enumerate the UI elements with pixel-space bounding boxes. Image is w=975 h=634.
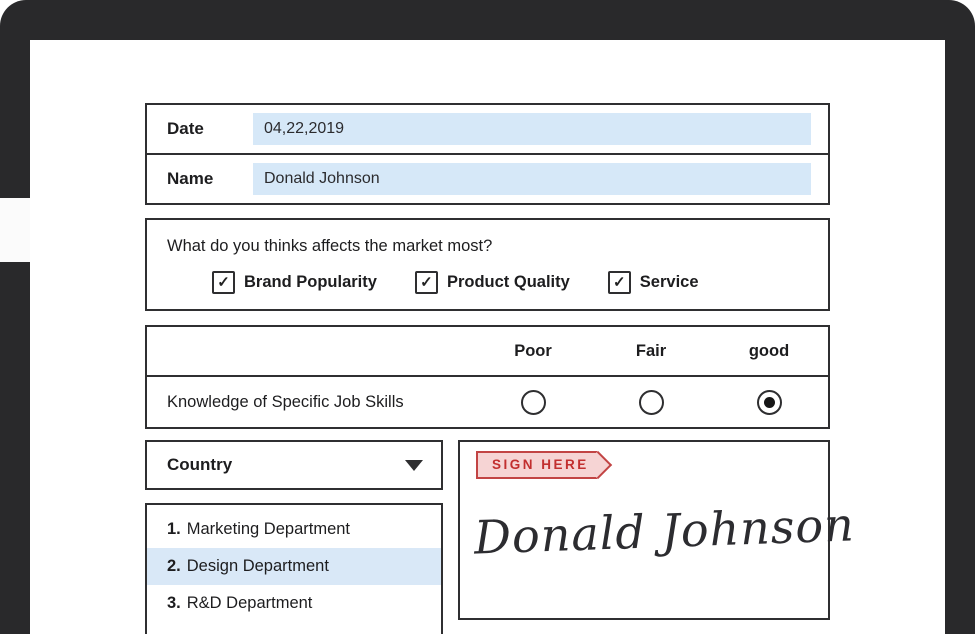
- option-brand-popularity[interactable]: ✓ Brand Popularity: [212, 271, 377, 294]
- signature-field[interactable]: SIGN HERE Donald Johnson: [458, 440, 830, 620]
- list-item-label: R&D Department: [187, 594, 313, 612]
- rating-cell-fair: [592, 390, 710, 415]
- option-product-quality[interactable]: ✓ Product Quality: [415, 271, 570, 294]
- rating-cell-poor: [474, 390, 592, 415]
- market-question-section: What do you thinks affects the market mo…: [145, 218, 830, 311]
- name-row: Name Donald Johnson: [147, 153, 828, 203]
- radio-poor[interactable]: [521, 390, 546, 415]
- date-name-section: Date 04,22,2019 Name Donald Johnson: [145, 103, 830, 205]
- rating-table: Poor Fair good Knowledge of Specific Job…: [145, 325, 830, 429]
- list-item-label: Marketing Department: [187, 520, 350, 538]
- country-dropdown[interactable]: Country: [145, 440, 443, 490]
- option-service[interactable]: ✓ Service: [608, 271, 699, 294]
- form-page: Date 04,22,2019 Name Donald Johnson What…: [30, 40, 945, 634]
- option-label-service: Service: [640, 273, 699, 292]
- name-input[interactable]: Donald Johnson: [253, 163, 811, 195]
- rating-row-label: Knowledge of Specific Job Skills: [147, 393, 474, 412]
- device-frame: Date 04,22,2019 Name Donald Johnson What…: [0, 0, 975, 634]
- department-list: 1. Marketing Department 2. Design Departme…: [145, 503, 443, 634]
- checkbox-checked-icon[interactable]: ✓: [415, 271, 438, 294]
- radio-good-selected[interactable]: [757, 390, 782, 415]
- column-header-fair: Fair: [592, 342, 710, 361]
- option-label-product-quality: Product Quality: [447, 273, 570, 292]
- list-item-design-selected[interactable]: 2. Design Department: [147, 548, 441, 585]
- name-label: Name: [147, 169, 253, 189]
- rating-cell-good: [710, 390, 828, 415]
- rating-header-row: Poor Fair good: [147, 327, 828, 377]
- column-header-poor: Poor: [474, 342, 592, 361]
- checkbox-checked-icon[interactable]: ✓: [608, 271, 631, 294]
- sign-here-tag[interactable]: SIGN HERE: [476, 451, 597, 479]
- radio-fair[interactable]: [639, 390, 664, 415]
- question-text: What do you thinks affects the market mo…: [167, 237, 828, 256]
- list-item-label: Design Department: [187, 557, 329, 575]
- date-row: Date 04,22,2019: [147, 105, 828, 153]
- sign-here-label: SIGN HERE: [492, 457, 589, 472]
- checkbox-group: ✓ Brand Popularity ✓ Product Quality ✓ S…: [212, 271, 828, 294]
- country-label: Country: [167, 455, 232, 475]
- bezel-notch: [0, 198, 30, 262]
- dropdown-caret-icon: [405, 460, 423, 471]
- column-header-good: good: [710, 342, 828, 361]
- date-label: Date: [147, 119, 253, 139]
- rating-row-job-skills: Knowledge of Specific Job Skills: [147, 377, 828, 427]
- option-label-brand-popularity: Brand Popularity: [244, 273, 377, 292]
- list-item-number: 3.: [167, 594, 181, 612]
- list-item-marketing[interactable]: 1. Marketing Department: [147, 511, 441, 548]
- date-input[interactable]: 04,22,2019: [253, 113, 811, 145]
- checkbox-checked-icon[interactable]: ✓: [212, 271, 235, 294]
- list-item-number: 2.: [167, 557, 181, 575]
- signature-text: Donald Johnson: [473, 497, 855, 564]
- list-item-rnd[interactable]: 3. R&D Department: [147, 585, 441, 622]
- list-item-number: 1.: [167, 520, 181, 538]
